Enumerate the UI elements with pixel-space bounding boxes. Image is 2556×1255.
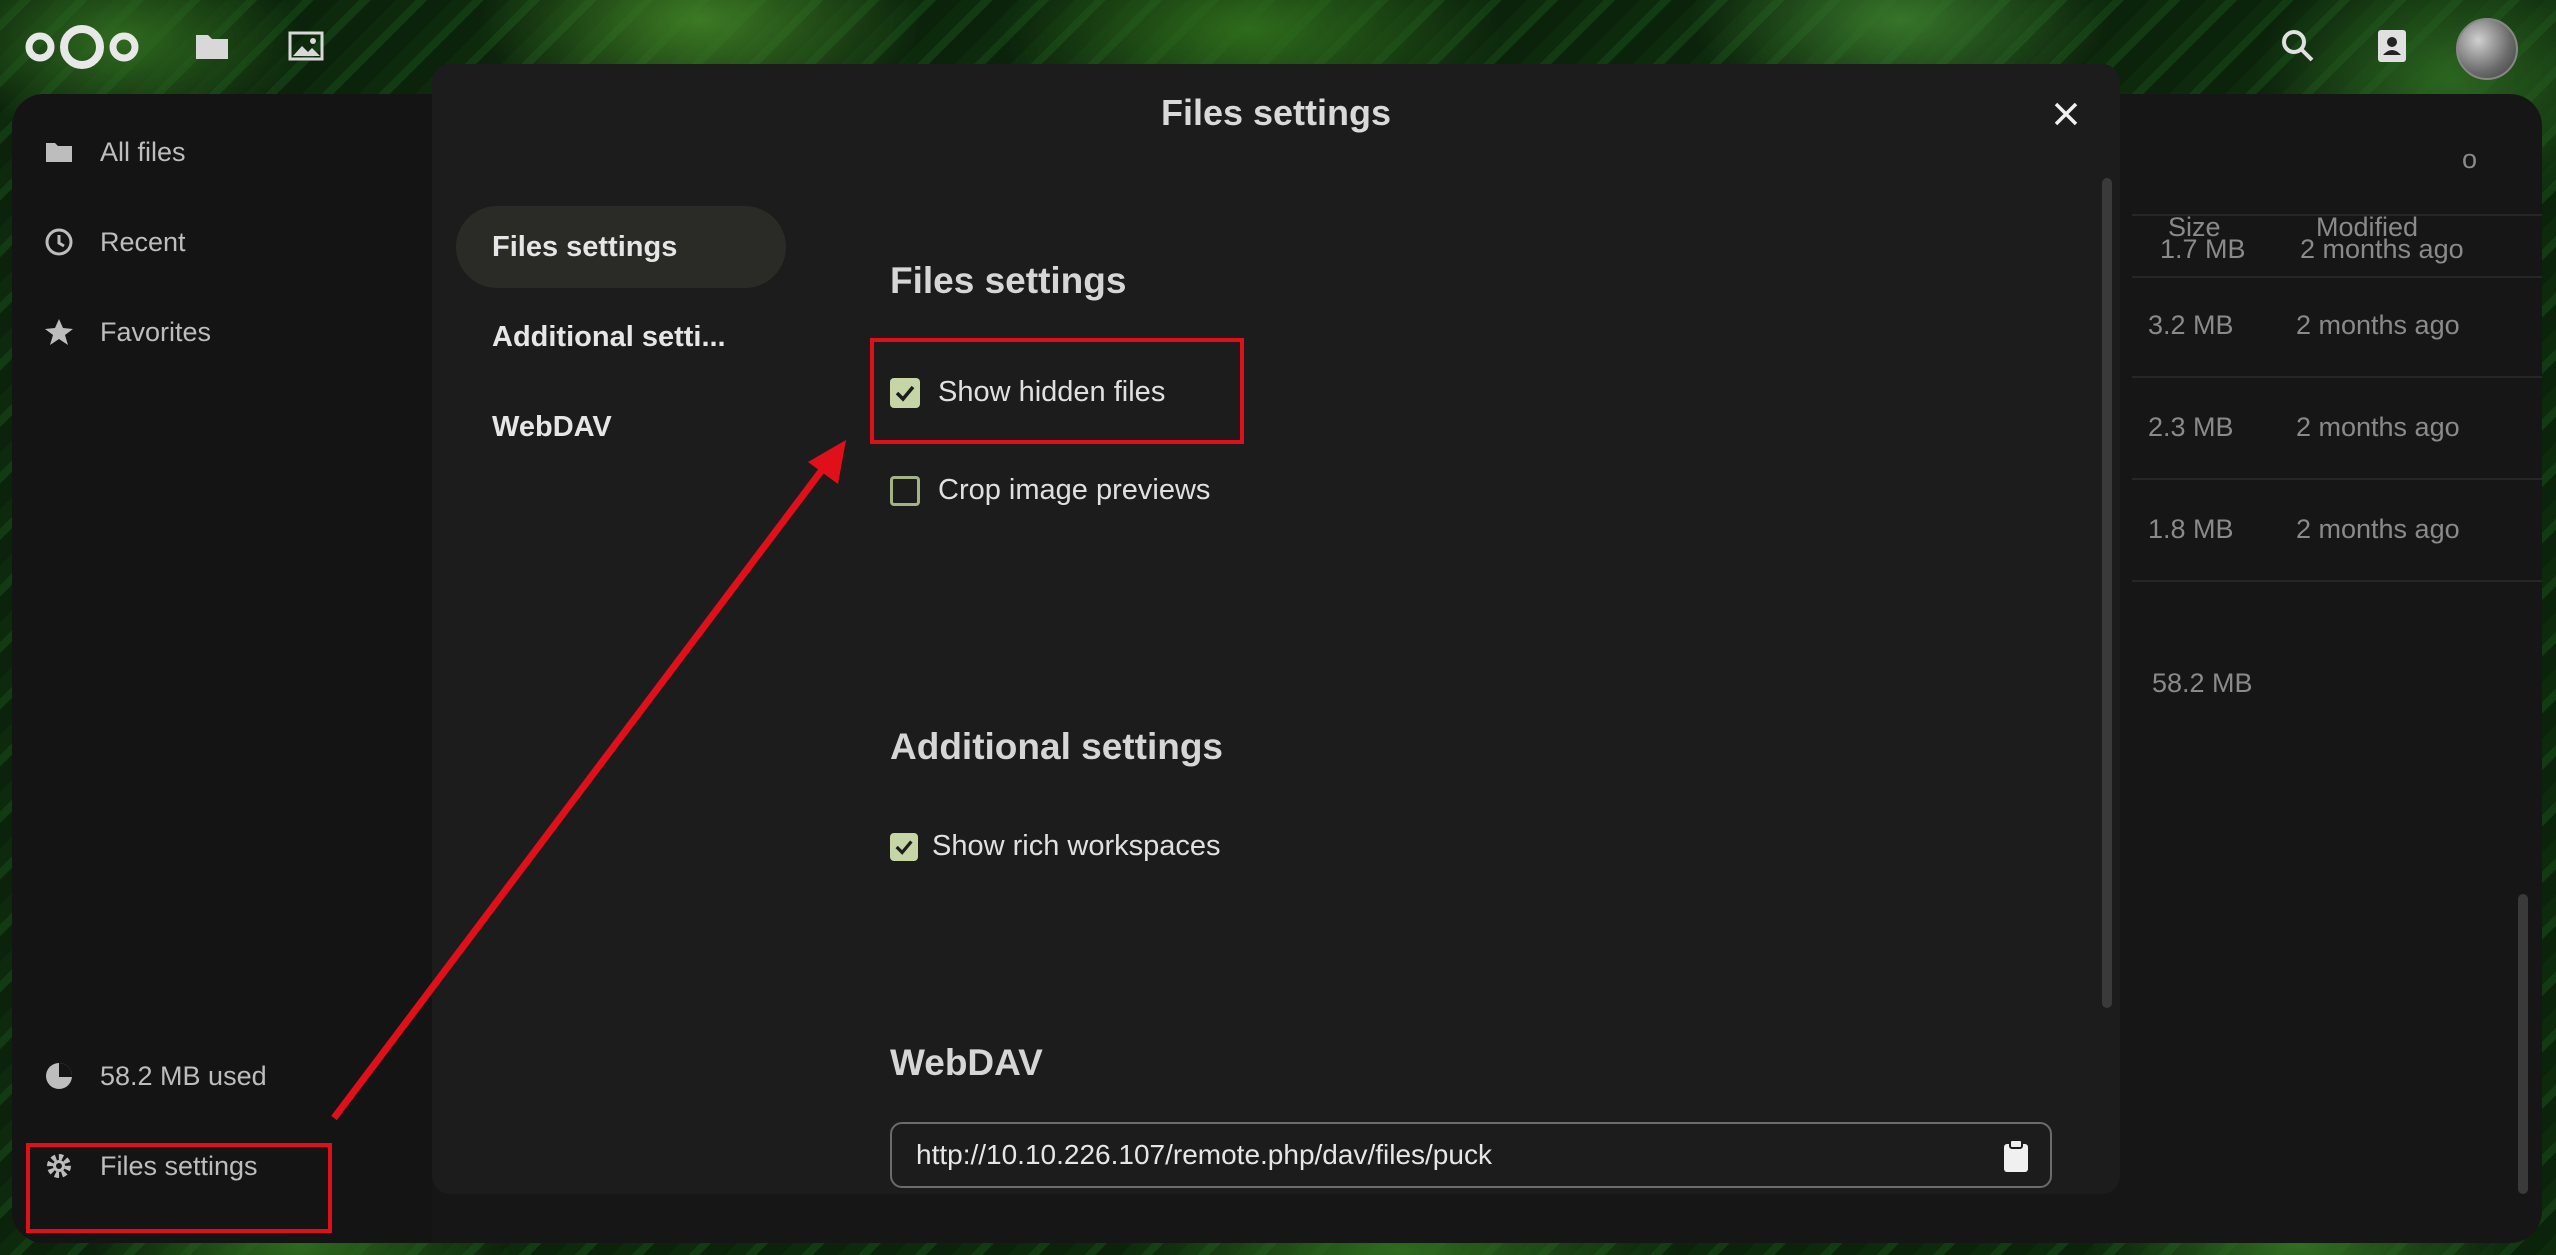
dialog-title: Files settings bbox=[1160, 92, 1392, 133]
copy-button[interactable] bbox=[1996, 1136, 2036, 1176]
sidebar-item-label: Favorites bbox=[100, 316, 212, 347]
checkbox-checked-icon bbox=[890, 832, 918, 861]
close-icon bbox=[2054, 102, 2078, 126]
pie-chart-icon bbox=[42, 1059, 76, 1093]
sidebar-item-label: Recent bbox=[100, 226, 186, 257]
table-row[interactable]: 1.8 MB 2 months ago bbox=[2132, 480, 2542, 582]
checkbox-unchecked-icon bbox=[890, 475, 920, 506]
checkbox-label: Show rich workspaces bbox=[932, 830, 1221, 862]
files-settings-dialog: Files settings Files settings Additional… bbox=[432, 64, 2120, 1194]
sidebar-item-label: All files bbox=[100, 136, 186, 167]
annotation-highlight-show-hidden bbox=[870, 338, 1244, 444]
photos-app-icon[interactable] bbox=[286, 26, 326, 66]
webdav-url: http://10.10.226.107/remote.php/dav/file… bbox=[916, 1139, 1492, 1170]
dialog-scrollbar[interactable] bbox=[2102, 178, 2112, 1008]
table-row[interactable]: 3.2 MB 2 months ago bbox=[2132, 276, 2542, 378]
partial-row-text: o bbox=[2462, 144, 2478, 174]
crop-image-previews-checkbox[interactable]: Crop image previews bbox=[890, 474, 1210, 507]
avatar[interactable] bbox=[2456, 18, 2518, 80]
section-title-webdav: WebDAV bbox=[890, 1042, 1043, 1083]
section-title-files-settings: Files settings bbox=[890, 260, 1127, 301]
checkbox-label: Crop image previews bbox=[938, 474, 1211, 506]
dialog-nav-webdav[interactable]: WebDAV bbox=[456, 386, 786, 468]
section-title-additional-settings: Additional settings bbox=[890, 726, 1223, 767]
folder-icon bbox=[42, 135, 76, 169]
sidebar-item-favorites[interactable]: Favorites bbox=[42, 302, 211, 362]
quota-label: 58.2 MB used bbox=[100, 1060, 267, 1091]
sidebar-item-recent[interactable]: Recent bbox=[42, 212, 186, 272]
total-size: 58.2 MB bbox=[2152, 668, 2253, 698]
file-list: o Size Modified 1.7 MB 2 months ago 3.2 … bbox=[2132, 94, 2542, 1243]
dialog-nav-files-settings[interactable]: Files settings bbox=[456, 206, 786, 288]
table-row[interactable]: 2.3 MB 2 months ago bbox=[2132, 378, 2542, 480]
search-icon[interactable] bbox=[2278, 26, 2318, 66]
annotation-highlight-files-settings bbox=[26, 1143, 332, 1233]
table-row[interactable]: 1.7 MB 2 months ago bbox=[2132, 214, 2542, 278]
app-navigation: All files Recent Favorites 58.2 MB used … bbox=[12, 94, 432, 1243]
close-button[interactable] bbox=[2042, 90, 2090, 138]
storage-quota: 58.2 MB used bbox=[42, 1046, 267, 1106]
contacts-icon[interactable] bbox=[2372, 26, 2412, 66]
clipboard-icon bbox=[2004, 1139, 2028, 1172]
star-icon bbox=[42, 315, 76, 349]
show-rich-workspaces-checkbox[interactable]: Show rich workspaces bbox=[890, 830, 1221, 863]
sidebar-item-all-files[interactable]: All files bbox=[42, 122, 186, 182]
files-app-icon[interactable] bbox=[192, 26, 232, 66]
scrollbar[interactable] bbox=[2518, 894, 2528, 1194]
nextcloud-logo-icon[interactable] bbox=[22, 22, 142, 72]
dialog-nav-additional-settings[interactable]: Additional setti... bbox=[456, 296, 786, 378]
clock-icon bbox=[42, 225, 76, 259]
webdav-url-field[interactable]: http://10.10.226.107/remote.php/dav/file… bbox=[890, 1122, 2052, 1188]
